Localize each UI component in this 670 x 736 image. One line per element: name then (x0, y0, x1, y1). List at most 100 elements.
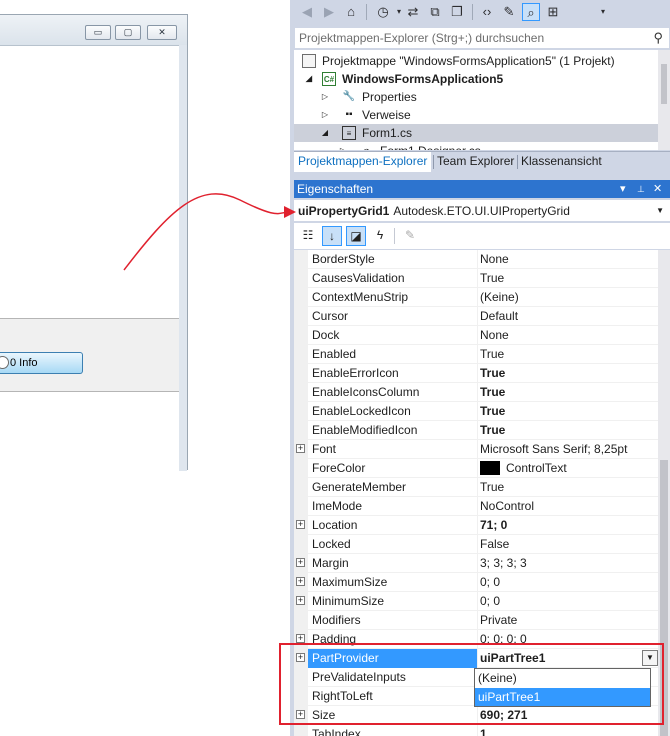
property-row[interactable]: Dock None (294, 326, 658, 345)
dropdown-option-uiparttree1[interactable]: uiPartTree1 (475, 688, 650, 706)
close-icon[interactable]: ✕ (653, 180, 662, 198)
property-value[interactable]: Microsoft Sans Serif; 8,25pt (480, 440, 627, 459)
grid-scrollbar[interactable] (658, 250, 670, 736)
tab-team-explorer[interactable]: Team Explorer (433, 152, 518, 172)
property-row[interactable]: + Padding 0; 0; 0; 0 (294, 630, 658, 649)
property-value[interactable]: Default (480, 307, 518, 326)
property-value[interactable]: True (480, 421, 505, 440)
property-value[interactable]: True (480, 478, 504, 497)
form-bottom-panel[interactable]: 0 Info (0, 318, 179, 392)
property-row[interactable]: + PartProvider uiPartTree1 ▼ (294, 649, 658, 668)
expand-plus-icon[interactable]: + (296, 444, 305, 453)
chevron-down-icon[interactable]: ▼ (656, 200, 664, 222)
property-value[interactable]: 0; 0; 0; 0 (480, 630, 527, 649)
property-row[interactable]: + MaximumSize 0; 0 (294, 573, 658, 592)
property-row[interactable]: + Margin 3; 3; 3; 3 (294, 554, 658, 573)
sync-icon[interactable]: ⇄ (404, 3, 422, 21)
events-icon[interactable]: ϟ (370, 226, 390, 246)
property-pages-icon[interactable]: ✎ (400, 226, 420, 246)
expand-arrow-icon[interactable]: ▷ (338, 142, 348, 150)
maximize-button[interactable]: ▢ (115, 25, 141, 40)
properties-icon[interactable]: ◪ (346, 226, 366, 246)
property-row[interactable]: ForeColor ControlText (294, 459, 658, 478)
property-row[interactable]: ContextMenuStrip (Keine) (294, 288, 658, 307)
forward-icon[interactable]: ▶ (320, 3, 338, 21)
property-row[interactable]: + Font Microsoft Sans Serif; 8,25pt (294, 440, 658, 459)
expand-plus-icon[interactable]: + (296, 520, 305, 529)
property-value[interactable]: None (480, 326, 509, 345)
property-row[interactable]: CausesValidation True (294, 269, 658, 288)
property-value[interactable]: 3; 3; 3; 3 (480, 554, 527, 573)
wrench-icon[interactable]: ✎ (500, 3, 518, 21)
expand-arrow-icon[interactable]: ▷ (320, 88, 330, 106)
property-row[interactable]: EnableLockedIcon True (294, 402, 658, 421)
property-value[interactable]: True (480, 345, 504, 364)
property-row[interactable]: GenerateMember True (294, 478, 658, 497)
property-row[interactable]: Cursor Default (294, 307, 658, 326)
property-row[interactable]: EnableErrorIcon True (294, 364, 658, 383)
property-value[interactable]: 71; 0 (480, 516, 507, 535)
expand-arrow-icon[interactable]: ◢ (304, 70, 314, 88)
dropdown-button[interactable]: ▼ (642, 650, 658, 666)
property-value[interactable]: 0; 0 (480, 573, 500, 592)
partprovider-dropdown-list[interactable]: (Keine) uiPartTree1 (474, 668, 651, 707)
property-row[interactable]: Locked False (294, 535, 658, 554)
property-row[interactable]: Modifiers Private (294, 611, 658, 630)
tree-item-references[interactable]: ▷ ▪▪ Verweise (294, 106, 658, 124)
tree-item-form1[interactable]: ◢ ≡ Form1.cs (294, 124, 658, 142)
property-row[interactable]: TabIndex 1 (294, 725, 658, 736)
code-icon[interactable]: ‹› (478, 3, 496, 21)
minimize-button[interactable]: ▭ (85, 25, 111, 40)
property-grid[interactable]: BorderStyle None CausesValidation True Conte… (294, 250, 670, 736)
property-value[interactable]: True (480, 402, 505, 421)
tree-item-solution[interactable]: Projektmappe "WindowsFormsApplication5" … (294, 52, 658, 70)
property-value[interactable]: True (480, 383, 505, 402)
expand-plus-icon[interactable]: + (296, 710, 305, 719)
property-row[interactable]: + Location 71; 0 (294, 516, 658, 535)
property-value[interactable]: 1 (480, 725, 487, 736)
expand-plus-icon[interactable]: + (296, 577, 305, 586)
categorized-icon[interactable]: ☷ (298, 226, 318, 246)
expand-arrow-icon[interactable]: ▷ (320, 106, 330, 124)
solution-search-input[interactable]: Projektmappen-Explorer (Strg+;) durchsuc… (294, 27, 670, 49)
property-row[interactable]: ImeMode NoControl (294, 497, 658, 516)
property-value[interactable]: False (480, 535, 509, 554)
pin-icon[interactable]: ⊥ (637, 180, 645, 198)
expand-plus-icon[interactable]: + (296, 634, 305, 643)
property-row[interactable]: + MinimumSize 0; 0 (294, 592, 658, 611)
info-radio-button[interactable]: 0 Info (0, 352, 83, 374)
property-row[interactable]: EnableIconsColumn True (294, 383, 658, 402)
preview-icon[interactable]: ⌕ (522, 3, 540, 21)
form-upper-area[interactable] (0, 46, 179, 318)
tree-scrollbar[interactable] (658, 50, 670, 150)
tree-scrollbar-thumb[interactable] (661, 64, 667, 104)
copy-icon[interactable]: ❐ (448, 3, 466, 21)
tree-item-properties[interactable]: ▷ 🔧 Properties (294, 88, 658, 106)
chevron-down-icon[interactable]: ▾ (594, 3, 612, 21)
form-client-area[interactable]: 0 Info (0, 45, 179, 471)
search-icon[interactable]: ⚲ (653, 28, 663, 48)
property-row[interactable]: BorderStyle None (294, 250, 658, 269)
expand-plus-icon[interactable]: + (296, 653, 305, 662)
expand-plus-icon[interactable]: + (296, 558, 305, 567)
dropdown-option-none[interactable]: (Keine) (475, 669, 650, 687)
property-value[interactable]: 0; 0 (480, 592, 500, 611)
home-icon[interactable]: ⌂ (342, 3, 360, 21)
close-button[interactable]: ✕ (147, 25, 177, 40)
back-icon[interactable]: ◀ (298, 3, 316, 21)
property-value[interactable]: (Keine) (480, 288, 519, 307)
property-value[interactable]: None (480, 250, 509, 269)
solution-tree[interactable]: Projektmappe "WindowsFormsApplication5" … (294, 50, 658, 150)
property-value[interactable]: uiPartTree1 (480, 649, 545, 668)
property-value[interactable]: True (480, 364, 505, 383)
property-value[interactable]: True (480, 269, 504, 288)
class-diagram-icon[interactable]: ⊞ (544, 3, 562, 21)
object-selector[interactable]: uiPropertyGrid1 Autodesk.ETO.UI.UIPropert… (294, 200, 670, 222)
property-row[interactable]: + Size 690; 271 (294, 706, 658, 725)
property-value[interactable]: NoControl (480, 497, 534, 516)
expand-plus-icon[interactable]: + (296, 596, 305, 605)
tab-solution-explorer[interactable]: Projektmappen-Explorer (294, 152, 432, 172)
window-position-icon[interactable]: ▾ (620, 180, 626, 198)
expand-arrow-icon[interactable]: ◢ (320, 124, 330, 142)
property-row[interactable]: Enabled True (294, 345, 658, 364)
